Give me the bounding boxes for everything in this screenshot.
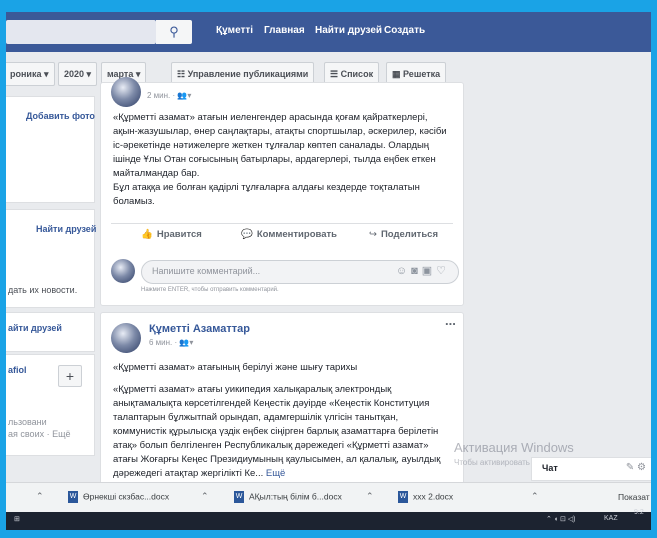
word-doc-icon: W — [398, 491, 408, 503]
grid-icon: ▦ — [392, 69, 401, 79]
start-button[interactable]: ⊞ — [14, 515, 20, 523]
share-icon: ↪ — [369, 229, 377, 240]
comment-icon: 💬 — [241, 229, 253, 240]
clock[interactable]: 9:2 — [634, 509, 644, 516]
like-button[interactable]: 👍 Нравится — [141, 229, 202, 240]
facebook-top-bar: ⚲ Құметті Главная Найти друзей Создать — [6, 12, 651, 52]
list-icon: ☰ — [330, 69, 339, 79]
chat-bar[interactable]: Чат ✎ ⚙ — [531, 457, 651, 481]
chevron-up-icon[interactable]: ⌃ — [36, 491, 44, 502]
left-find-friends-card: айти друзей — [6, 312, 95, 352]
language-indicator[interactable]: KAZ — [604, 515, 618, 522]
search-button[interactable]: ⚲ — [156, 20, 192, 44]
browser-screen: ⚲ Құметті Главная Найти друзей Создать р… — [6, 12, 651, 530]
add-photo-link[interactable]: Добавить фото — [26, 111, 95, 121]
divider — [111, 223, 453, 224]
left-footer-line-1: льзовани — [8, 417, 47, 427]
left-footer-line-2: ая своих · Ещё — [8, 429, 71, 439]
nav-find-friends-link[interactable]: Найти друзей — [315, 25, 382, 36]
see-more-link[interactable]: Ещё — [266, 468, 285, 479]
chat-tools[interactable]: ✎ ⚙ — [626, 462, 646, 473]
post-paragraph-2: Бұл атаққа ие болған қадірлі тұлғаларға … — [113, 182, 420, 207]
download-item-3[interactable]: Wххх 2.docx — [398, 491, 453, 503]
gear-icon[interactable]: ⚙ — [637, 462, 646, 473]
download-item-2[interactable]: W АҚыл:тың білім б...docx — [234, 491, 342, 503]
year-dropdown[interactable]: 2020 ▾ — [58, 62, 98, 86]
comment-placeholder: Напишите комментарий... — [152, 266, 261, 276]
friends-news-text: дать их новости. — [8, 285, 78, 295]
friends-icon: 👥▾ — [179, 338, 194, 347]
post-paragraph-1: «Құрметті азамат» атағын иеленгендер ара… — [113, 112, 447, 179]
search-icon: ⚲ — [169, 24, 179, 39]
post-card-2: Құметті Азаматтар 6 мин. · 👥▾ ... «Құрме… — [100, 312, 464, 494]
friends-icon: 👥▾ — [177, 91, 192, 100]
share-button[interactable]: ↪ Поделиться — [369, 229, 438, 240]
author-avatar[interactable] — [111, 323, 141, 353]
left-friends-card: Найти друзей дать их новости. — [6, 209, 96, 308]
chat-label: Чат — [542, 463, 558, 473]
post-card-1: 2 мин. · 👥▾ «Құрметті азамат» атағын иел… — [100, 77, 464, 306]
download-item-2-menu-icon[interactable]: ⌃ — [366, 491, 374, 502]
nav-create-link[interactable]: Создать — [384, 25, 425, 36]
add-button[interactable]: + — [58, 365, 82, 387]
author-avatar[interactable] — [111, 77, 141, 107]
post-headline: «Құрметті азамат» атағының берілуі және … — [113, 362, 358, 373]
left-item-label[interactable]: afiol — [8, 365, 27, 375]
tray-icons[interactable]: ⌃ ◖ ⊡ ◁) — [546, 515, 576, 523]
download-item-1[interactable]: W Өрнекші скзбас...docx — [68, 491, 169, 503]
manage-icon: ☷ — [177, 69, 186, 79]
find-friends-link-2[interactable]: айти друзей — [8, 323, 62, 333]
windows-taskbar: ⊞ ⌃ ◖ ⊡ ◁) KAZ 9:2 — [6, 509, 651, 530]
comment-hint: Нажмите ENTER, чтобы отправить комментар… — [141, 287, 279, 293]
thumbs-up-icon: 👍 — [141, 229, 153, 240]
compose-icon[interactable]: ✎ — [626, 462, 634, 473]
nav-home-link[interactable]: Главная — [264, 25, 305, 36]
nav-profile-link[interactable]: Құметті — [216, 25, 253, 36]
post-timestamp[interactable]: 2 мин. · 👥▾ — [147, 91, 191, 100]
post-body: «Құрметті азамат» атағы уикипедия халықа… — [113, 384, 441, 479]
post-options-button[interactable]: ... — [445, 313, 456, 328]
post-actions: 👍 Нравится 💬 Комментировать ↪ Поделиться — [101, 225, 463, 249]
download-item-3-menu-icon[interactable]: ⌃ — [531, 491, 539, 502]
word-doc-icon: W — [234, 491, 244, 503]
comment-tools-icons[interactable]: ☺◙▣♡ — [396, 264, 450, 277]
comment-button[interactable]: 💬 Комментировать — [241, 229, 337, 240]
left-photo-card: Добавить фото — [6, 96, 95, 203]
post-author[interactable]: Құметті Азаматтар — [149, 323, 250, 335]
post-text: «Құрметті азамат» атағын иеленгендер ара… — [113, 111, 453, 209]
post-timestamp[interactable]: 6 мин. · 👥▾ — [149, 338, 193, 347]
timeline-filter-dropdown[interactable]: роника ▾ — [6, 62, 55, 86]
comment-input[interactable]: Напишите комментарий... ☺◙▣♡ — [141, 260, 459, 284]
show-all-downloads-link[interactable]: Показат — [618, 492, 650, 502]
download-item-1-menu-icon[interactable]: ⌃ — [201, 491, 209, 502]
download-bar: ⌃ W Өрнекші скзбас...docx ⌃ W АҚыл:тың біл… — [6, 482, 651, 513]
find-friends-link[interactable]: Найти друзей — [36, 224, 96, 234]
search-input[interactable] — [6, 20, 156, 44]
windows-activation-title: Активация Windows — [454, 440, 574, 455]
word-doc-icon: W — [68, 491, 78, 503]
commenter-avatar — [111, 259, 135, 283]
